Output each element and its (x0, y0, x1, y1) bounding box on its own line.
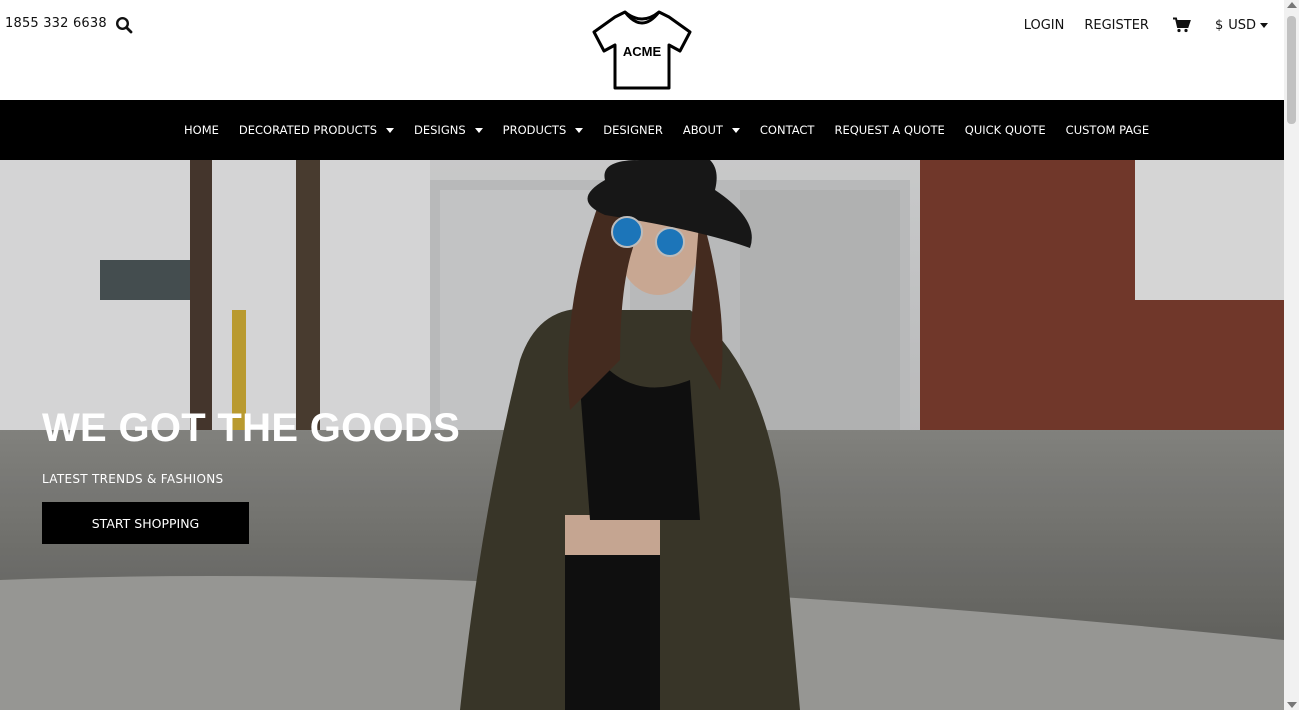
site-logo[interactable]: ACME (591, 8, 693, 92)
nav-item-label: ABOUT (682, 123, 723, 137)
nav-item-label: REQUEST A QUOTE (834, 123, 945, 137)
nav-item-label: PRODUCTS (502, 123, 567, 137)
currency-selector[interactable]: $ USD (1215, 18, 1268, 33)
chevron-down-icon (474, 127, 483, 133)
nav-item-about[interactable]: ABOUT (683, 123, 740, 137)
vertical-scrollbar[interactable] (1284, 0, 1299, 710)
login-link[interactable]: LOGIN (1024, 18, 1065, 33)
nav-item-label: DESIGNER (603, 123, 663, 137)
nav-list: HOME DECORATED PRODUCTS DESIGNS PRODUCTS DES… (184, 100, 1169, 160)
nav-item-custom-page[interactable]: CUSTOM PAGE (1066, 123, 1149, 137)
register-link[interactable]: REGISTER (1084, 18, 1149, 33)
scroll-up-arrow-icon[interactable] (1287, 2, 1297, 8)
nav-item-home[interactable]: HOME (184, 123, 219, 137)
nav-item-label: DECORATED PRODUCTS (238, 123, 377, 137)
chevron-down-icon (731, 127, 740, 133)
nav-item-label: HOME (184, 123, 219, 137)
hero-banner: WE GOT THE GOODS LATEST TRENDS & FASHION… (0, 160, 1284, 710)
account-links: LOGIN REGISTER $ USD (1004, 17, 1268, 33)
logo-text: ACME (623, 44, 662, 59)
currency-code: USD (1228, 17, 1256, 33)
scroll-down-arrow-icon[interactable] (1287, 702, 1297, 708)
nav-item-label: CUSTOM PAGE (1065, 123, 1150, 137)
start-shopping-button[interactable]: START SHOPPING (42, 502, 249, 544)
nav-item-designer[interactable]: DESIGNER (603, 123, 663, 137)
nav-item-label: QUICK QUOTE (964, 123, 1046, 137)
chevron-down-icon (386, 127, 394, 133)
scroll-thumb[interactable] (1287, 16, 1296, 124)
nav-item-products[interactable]: PRODUCTS (503, 123, 584, 137)
hero-title: WE GOT THE GOODS (42, 406, 461, 450)
top-header: 1855 332 6638 ACME LOGIN REGISTER $ USD (0, 0, 1284, 100)
phone-number[interactable]: 1855 332 6638 (5, 16, 107, 31)
nav-item-label: DESIGNS (414, 123, 466, 137)
nav-item-request-a-quote[interactable]: REQUEST A QUOTE (834, 123, 944, 137)
cart-icon[interactable] (1172, 17, 1191, 33)
tshirt-logo-icon: ACME (592, 10, 692, 90)
nav-item-designs[interactable]: DESIGNS (414, 123, 483, 137)
currency-symbol: $ (1214, 17, 1224, 33)
nav-item-quick-quote[interactable]: QUICK QUOTE (965, 123, 1046, 137)
hero-subtitle: LATEST TRENDS & FASHIONS (42, 472, 224, 486)
nav-item-label: CONTACT (759, 123, 815, 137)
search-icon[interactable] (115, 16, 133, 34)
nav-item-contact[interactable]: CONTACT (760, 123, 815, 137)
chevron-down-icon (575, 127, 584, 133)
nav-item-decorated-products[interactable]: DECORATED PRODUCTS (239, 123, 394, 137)
main-nav: HOME DECORATED PRODUCTS DESIGNS PRODUCTS DES… (0, 100, 1284, 160)
chevron-down-icon (1260, 22, 1268, 28)
